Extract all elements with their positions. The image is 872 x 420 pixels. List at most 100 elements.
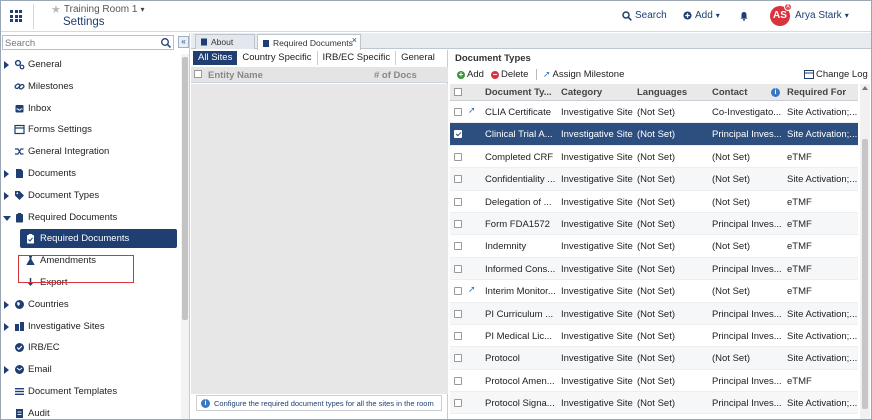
- table-scrollbar[interactable]: [860, 84, 870, 419]
- room-selector[interactable]: ★ Training Room 1 ▾: [51, 3, 144, 16]
- row-checkbox[interactable]: [454, 376, 462, 385]
- sidebar-item-required-documents-group[interactable]: Required Documents: [1, 207, 180, 229]
- panel-title: Document Types: [455, 53, 531, 64]
- column-header-contact[interactable]: Contact: [712, 87, 747, 98]
- row-checkbox[interactable]: [454, 130, 462, 139]
- tab-about[interactable]: About: [195, 34, 255, 49]
- sidebar-item-label: Document Templates: [28, 385, 118, 397]
- list-icon: [14, 386, 25, 397]
- expand-arrow-icon[interactable]: [4, 366, 9, 375]
- subtab-country-specific[interactable]: Country Specific: [237, 51, 318, 65]
- subtab-general[interactable]: General: [396, 51, 440, 65]
- expand-arrow-icon[interactable]: [4, 300, 9, 309]
- table-row[interactable]: ➚ Interim Monitor... Investigative Site (No…: [450, 280, 858, 303]
- change-log-button[interactable]: Change Log: [804, 69, 868, 80]
- assign-milestone-button[interactable]: ➚ Assign Milestone: [536, 69, 624, 80]
- column-header-entity-name[interactable]: Entity Name: [208, 70, 263, 81]
- row-checkbox[interactable]: [454, 197, 462, 206]
- row-checkbox[interactable]: [454, 331, 462, 340]
- column-header-languages[interactable]: Languages: [637, 87, 687, 98]
- info-icon: i: [201, 398, 210, 408]
- select-all-checkbox[interactable]: [454, 88, 462, 96]
- info-icon[interactable]: i: [771, 88, 780, 97]
- sidebar-item-investigative-sites[interactable]: Investigative Sites: [1, 316, 180, 338]
- column-header-doc-count[interactable]: # of Docs: [374, 70, 417, 81]
- room-name: Training Room 1: [63, 4, 138, 15]
- sidebar-item-general-integration[interactable]: General Integration: [1, 141, 180, 163]
- row-checkbox[interactable]: [454, 219, 462, 228]
- column-header-document-type[interactable]: Document Ty...: [485, 87, 552, 98]
- select-all-checkbox[interactable]: [194, 70, 202, 78]
- table-row[interactable]: Protocol Amen... Investigative Site (Not S…: [450, 370, 858, 393]
- sidebar-item-countries[interactable]: Countries: [1, 294, 180, 316]
- expand-arrow-icon[interactable]: [4, 169, 9, 178]
- table-row[interactable]: PI Medical Lic... Investigative Site (Not …: [450, 325, 858, 348]
- sidebar-item-general[interactable]: General: [1, 54, 180, 76]
- sidebar-item-milestones[interactable]: Milestones: [1, 76, 180, 98]
- scrollbar-thumb[interactable]: [862, 139, 868, 409]
- subtab-irb-ec-specific[interactable]: IRB/EC Specific: [318, 51, 397, 65]
- table-row[interactable]: Protocol Investigative Site (Not Set) (Not …: [450, 347, 858, 370]
- row-checkbox[interactable]: [454, 354, 462, 363]
- entity-panel: All Sites Country Specific IRB/EC Specif…: [191, 50, 448, 419]
- sidebar-item-irb-ec[interactable]: IRB/EC: [1, 337, 180, 359]
- table-row[interactable]: Confidentiality ... Investigative Site (No…: [450, 168, 858, 191]
- subtab-all-sites[interactable]: All Sites: [193, 51, 238, 65]
- cell-required-for: eTMF: [787, 375, 812, 387]
- row-checkbox[interactable]: [454, 152, 462, 161]
- expand-arrow-icon[interactable]: [4, 191, 9, 200]
- scrollbar-thumb[interactable]: [182, 57, 188, 320]
- table-row[interactable]: Clinical Trial A... Investigative Site (No…: [450, 123, 858, 146]
- sidebar-item-label: Milestones: [28, 80, 74, 92]
- delete-button[interactable]: − Delete: [491, 69, 528, 80]
- collapse-arrow-icon[interactable]: [3, 215, 11, 221]
- expand-arrow-icon[interactable]: [4, 61, 9, 69]
- search-icon[interactable]: [160, 37, 172, 49]
- row-checkbox[interactable]: [454, 264, 462, 273]
- scroll-up-arrow-icon[interactable]: [862, 86, 868, 90]
- sidebar-item-forms-settings[interactable]: Forms Settings: [1, 119, 180, 141]
- row-checkbox[interactable]: [454, 309, 462, 318]
- user-menu[interactable]: Arya Stark ▾: [795, 10, 849, 21]
- table-row[interactable]: Informed Cons... Investigative Site (Not S…: [450, 257, 858, 281]
- cell-category: Investigative Site: [561, 375, 633, 387]
- table-row[interactable]: PI Curriculum ... Investigative Site (Not …: [450, 302, 858, 325]
- tab-required-documents[interactable]: Required Documents ×: [257, 34, 361, 50]
- sidebar-item-label: General Integration: [28, 146, 110, 158]
- column-header-category[interactable]: Category: [561, 87, 602, 98]
- table-row[interactable]: ➚ CLIA Certificate Investigative Site (Not …: [450, 101, 858, 124]
- row-checkbox[interactable]: [454, 175, 462, 184]
- sidebar-item-audit[interactable]: Audit: [1, 403, 180, 419]
- sidebar-item-label: Audit: [28, 407, 50, 419]
- table-row[interactable]: Completed CRF Investigative Site (Not Set)…: [450, 146, 858, 169]
- sidebar-item-email[interactable]: Email: [1, 359, 180, 381]
- table-row[interactable]: Protocol Signa... Investigative Site (Not …: [450, 392, 858, 415]
- row-checkbox[interactable]: [454, 242, 462, 251]
- document-types-table: Document Ty... Category Languages Contac…: [450, 84, 858, 415]
- table-row[interactable]: Delegation of ... Investigative Site (Not …: [450, 191, 858, 213]
- sidebar-search-input[interactable]: Search: [2, 35, 174, 50]
- header-search-button[interactable]: Search: [622, 10, 667, 21]
- row-checkbox[interactable]: [454, 399, 462, 408]
- app-grid-icon[interactable]: [10, 10, 22, 22]
- sidebar-item-document-types[interactable]: Document Types: [1, 185, 180, 207]
- notifications-bell-icon[interactable]: [739, 11, 749, 21]
- header-add-button[interactable]: Add ▾: [683, 10, 720, 21]
- table-row[interactable]: Indemnity Investigative Site (Not Set) (Not…: [450, 235, 858, 258]
- star-icon[interactable]: ★: [51, 3, 61, 16]
- cell-document-type: Protocol Amen...: [485, 375, 555, 387]
- sidebar-item-document-templates[interactable]: Document Templates: [1, 381, 180, 403]
- cell-contact: Principal Inves...: [712, 308, 782, 320]
- row-checkbox[interactable]: [454, 287, 462, 296]
- row-checkbox[interactable]: [454, 108, 462, 116]
- sidebar-item-required-documents[interactable]: Required Documents: [1, 228, 180, 250]
- add-button[interactable]: + Add: [457, 69, 484, 80]
- sidebar-item-inbox[interactable]: Inbox: [1, 98, 180, 120]
- close-icon[interactable]: ×: [352, 35, 357, 45]
- sidebar-scrollbar[interactable]: [181, 54, 189, 419]
- sidebar-item-documents[interactable]: Documents: [1, 163, 180, 185]
- table-row[interactable]: Form FDA1572 Investigative Site (Not Set) P…: [450, 212, 858, 236]
- expand-arrow-icon[interactable]: [4, 322, 9, 331]
- column-header-required-for[interactable]: Required For: [787, 87, 846, 98]
- collapse-sidebar-button[interactable]: «: [178, 36, 189, 48]
